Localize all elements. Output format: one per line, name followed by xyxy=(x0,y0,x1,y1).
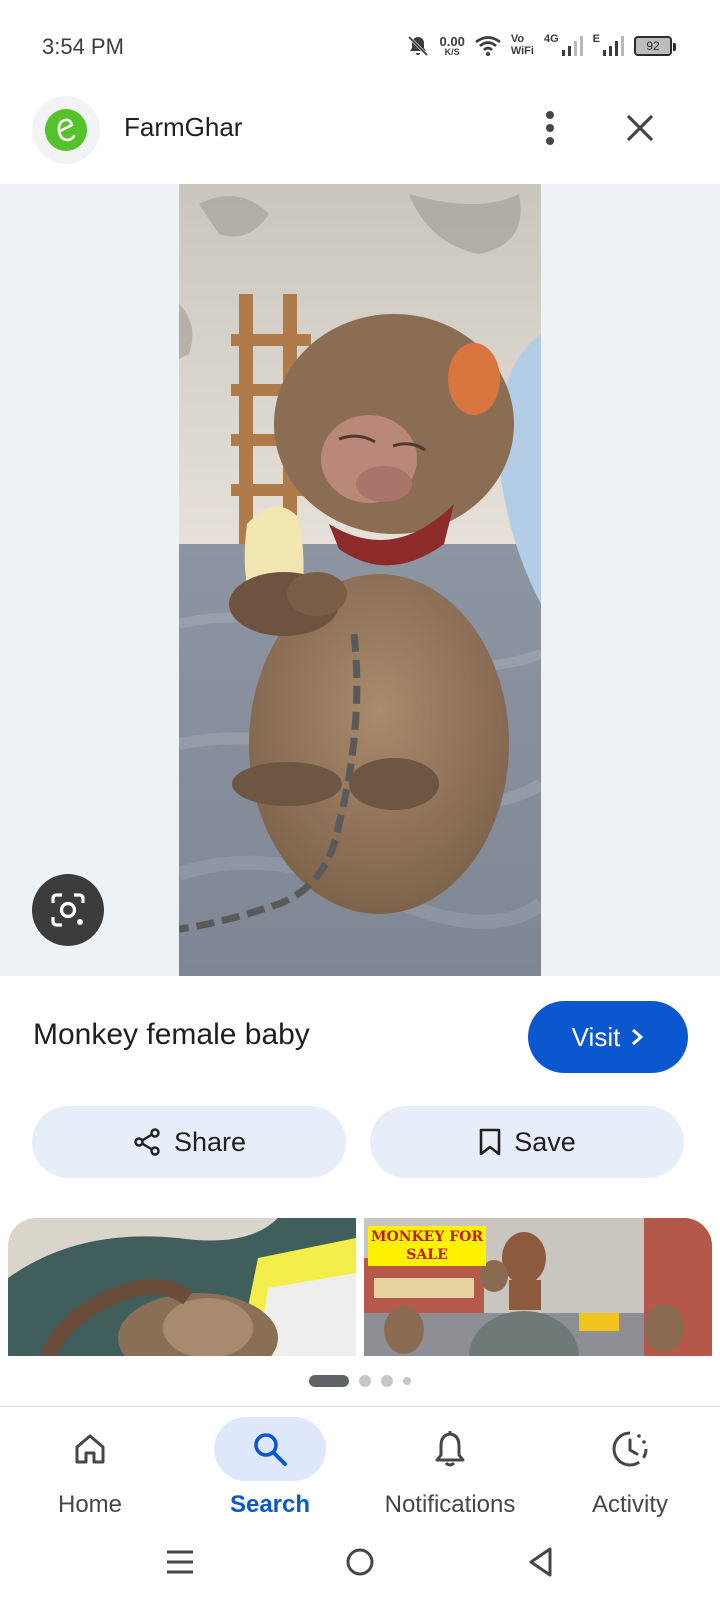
back-button[interactable] xyxy=(516,1538,564,1586)
bookmark-icon xyxy=(479,1128,501,1156)
signal1-label: 4G xyxy=(543,33,559,45)
status-time: 3:54 PM xyxy=(42,34,124,59)
bell-off-icon xyxy=(407,35,428,57)
menu-icon xyxy=(167,1550,193,1574)
pager-dot xyxy=(359,1375,371,1387)
site-name[interactable]: FarmGhar xyxy=(124,112,242,143)
google-lens-icon xyxy=(51,893,85,927)
visit-button[interactable]: Visit xyxy=(528,1001,688,1073)
bell-icon xyxy=(435,1431,465,1467)
baby-monkey-photo[interactable] xyxy=(179,184,541,976)
save-label: Save xyxy=(514,1126,576,1157)
share-button[interactable]: Share xyxy=(32,1106,346,1178)
farmghar-logo-icon[interactable] xyxy=(32,96,100,164)
system-nav-bar xyxy=(0,1528,720,1600)
signal1-icon xyxy=(561,36,583,56)
signal2-label: E xyxy=(592,33,600,45)
status-bar: 3:54 PM 0.00 K/S Vo WiFi 4G E 92 xyxy=(0,0,720,90)
more-options-button[interactable] xyxy=(526,104,574,152)
chevron-right-icon xyxy=(632,1028,644,1046)
battery-icon: 92 xyxy=(634,36,676,56)
activity-icon xyxy=(612,1431,648,1467)
nav-home[interactable]: Home xyxy=(0,1417,180,1527)
signal2-icon xyxy=(603,36,624,56)
pager-dot-active xyxy=(309,1375,349,1387)
related-images: MONKEY FOR SALE xyxy=(8,1218,712,1356)
back-triangle-icon xyxy=(529,1547,552,1577)
result-header: FarmGhar xyxy=(0,94,720,170)
pager xyxy=(0,1374,720,1388)
image-viewer xyxy=(0,184,720,976)
share-label: Share xyxy=(173,1126,247,1157)
related-image-2[interactable]: MONKEY FOR SALE xyxy=(364,1218,712,1356)
home-icon xyxy=(75,1434,105,1464)
net-speed: 0.00 K/S xyxy=(439,34,465,57)
close-button[interactable] xyxy=(616,104,664,152)
recents-button[interactable] xyxy=(156,1538,204,1586)
nav-notifications[interactable]: Notifications xyxy=(360,1417,540,1527)
circle-home-icon xyxy=(346,1548,374,1576)
vowifi-indicator: Vo WiFi xyxy=(510,33,534,57)
save-button[interactable]: Save xyxy=(370,1106,684,1178)
pager-dot xyxy=(403,1377,411,1385)
result-title: Monkey female baby xyxy=(33,1018,310,1051)
nav-activity[interactable]: Activity xyxy=(540,1417,720,1527)
close-icon xyxy=(626,114,654,142)
google-lens-button[interactable] xyxy=(32,874,104,946)
share-icon xyxy=(134,1128,160,1156)
bottom-nav: Home Search Notifications Activity xyxy=(0,1406,720,1528)
search-icon xyxy=(254,1433,287,1466)
monkey-for-sale-banner: MONKEY FOR SALE xyxy=(368,1226,486,1267)
more-vert-icon xyxy=(546,111,554,145)
status-icons: 0.00 K/S Vo WiFi 4G E 92 xyxy=(406,28,676,64)
pager-dot xyxy=(381,1375,393,1387)
visit-label: Visit xyxy=(571,1021,621,1052)
related-image-1[interactable] xyxy=(8,1218,356,1356)
nav-search[interactable]: Search xyxy=(180,1417,360,1527)
home-button[interactable] xyxy=(336,1538,384,1586)
wifi-icon xyxy=(475,36,501,56)
